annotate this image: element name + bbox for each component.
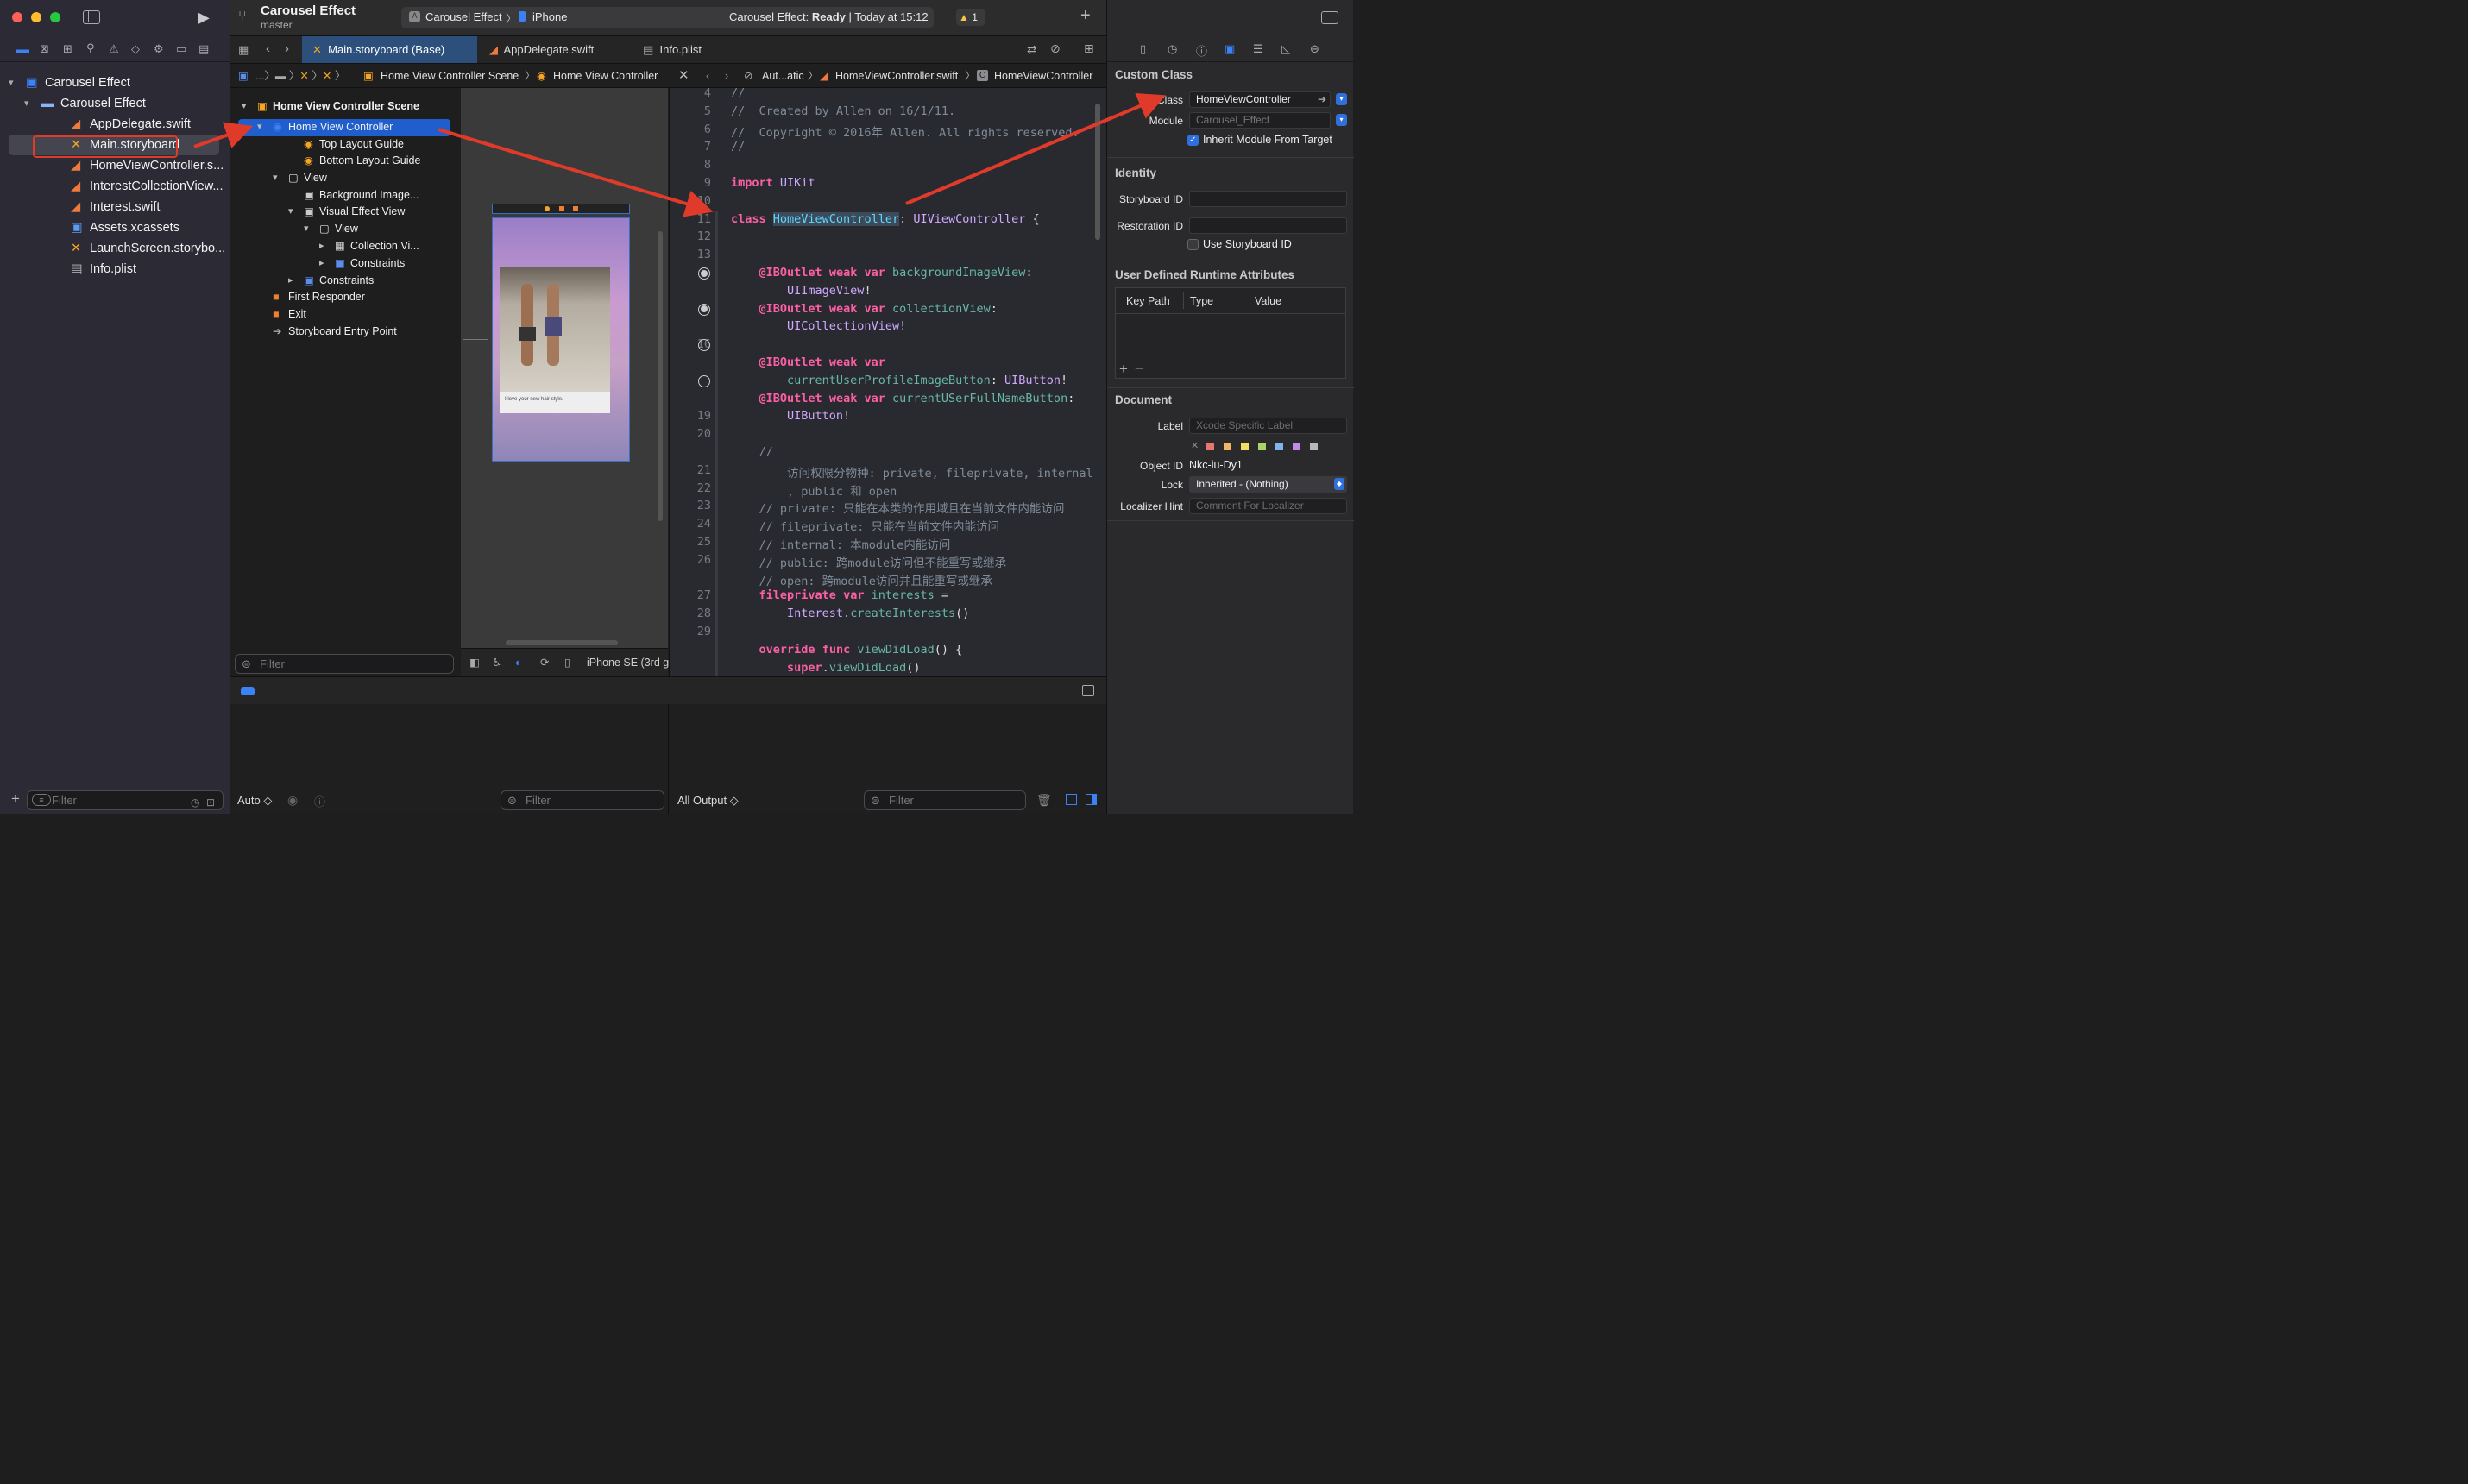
arrow-to-outline [193, 122, 254, 148]
arrow-to-code [438, 128, 714, 217]
arrow-to-inspector [905, 92, 1167, 205]
annotation-arrows [193, 92, 1167, 217]
